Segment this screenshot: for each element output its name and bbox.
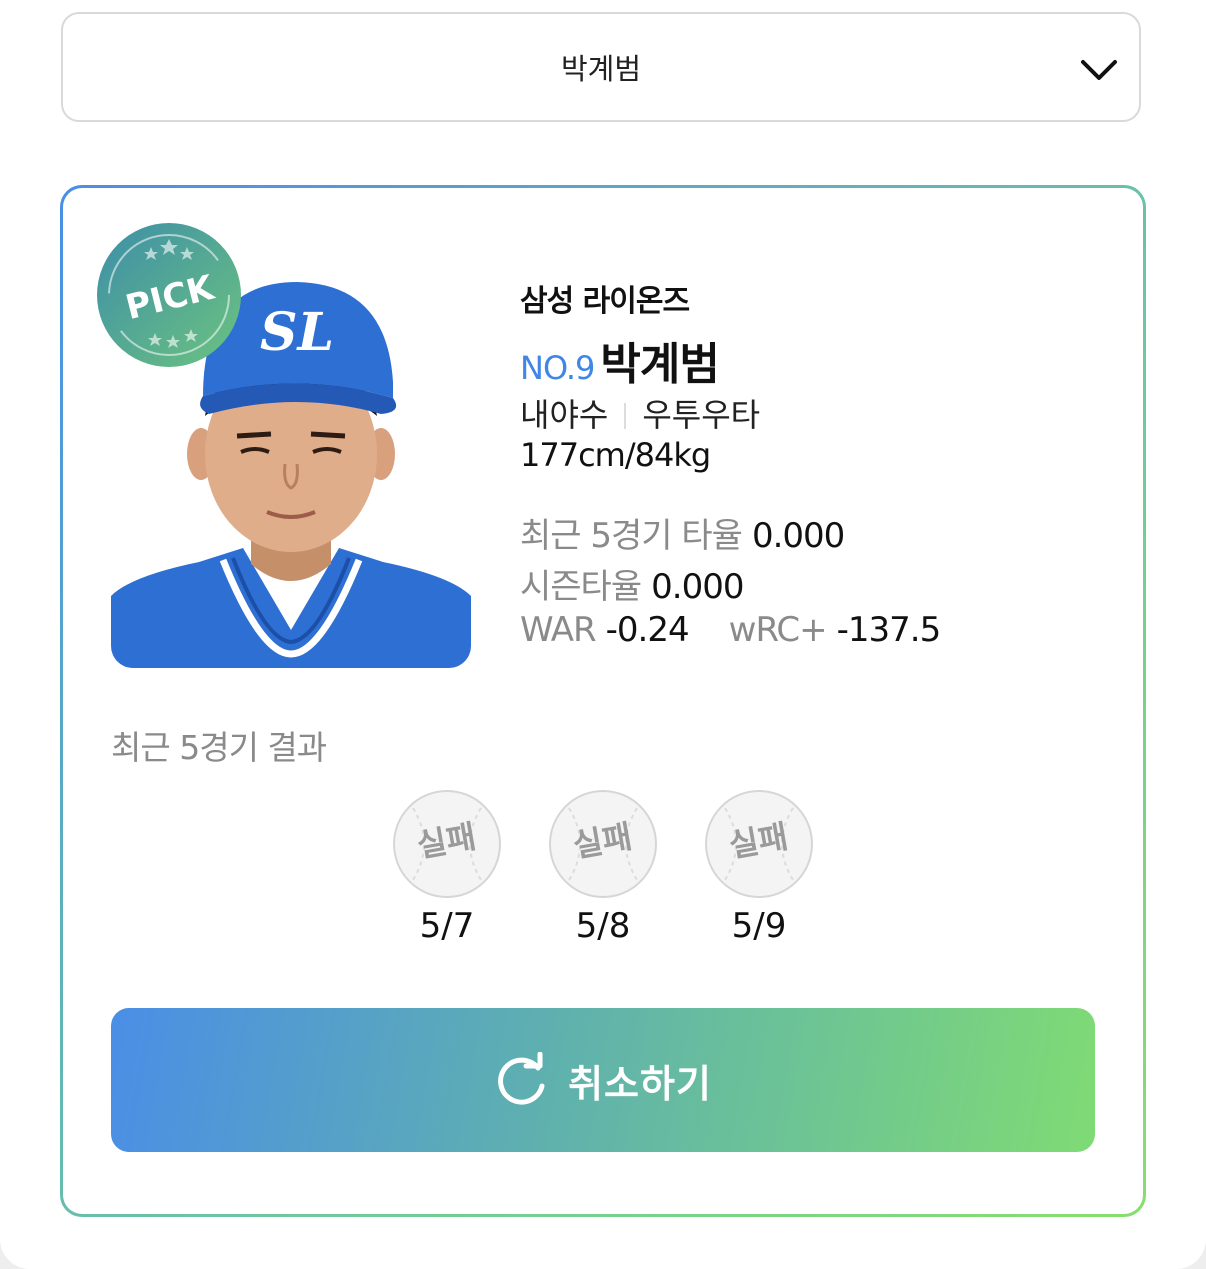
wrc-label: wRC+: [728, 610, 828, 650]
player-position: 내야수: [520, 396, 609, 434]
refresh-icon: [498, 1052, 545, 1105]
season-avg-label: 시즌타율: [520, 567, 642, 607]
result-ball: 실패 5/9: [703, 788, 815, 946]
player-select-value: 박계범: [560, 52, 642, 86]
cap-logo: SL: [260, 302, 334, 363]
wrc-value: -137.5: [836, 610, 942, 650]
player-number: NO.9: [520, 349, 595, 387]
result-ball: 실패 5/8: [547, 788, 659, 946]
page-sheet: 박계범 SL PICK 삼성 라이온즈 NO.9 박계범 내야수 우투우타 17…: [0, 0, 1206, 1269]
recent5-avg-label: 최근 5경기 타율: [520, 516, 743, 556]
recent-results-title: 최근 5경기 결과: [111, 728, 327, 767]
player-bats-throws: 우투우타: [642, 396, 761, 434]
recent5-avg-value: 0.000: [751, 516, 845, 556]
player-stats: 최근 5경기 타율 0.000 시즌타율 0.000 WAR -0.24 wRC+ -13…: [520, 508, 942, 661]
pick-badge: PICK: [95, 221, 243, 369]
player-body: 177cm/84kg: [520, 436, 711, 474]
cancel-button-label: 취소하기: [568, 1063, 712, 1106]
cancel-button[interactable]: 취소하기: [111, 1008, 1095, 1152]
player-card: SL PICK 삼성 라이온즈 NO.9 박계범 내야수 우투우타 177cm/…: [60, 185, 1146, 1217]
result-date: 5/7: [419, 906, 475, 946]
player-select-dropdown[interactable]: 박계범: [61, 12, 1141, 122]
season-avg-value: 0.000: [651, 567, 744, 607]
war-value: -0.24: [605, 610, 690, 650]
divider: [624, 403, 627, 429]
player-info: 삼성 라이온즈 NO.9 박계범 내야수 우투우타 177cm/84kg 최근 5경…: [520, 276, 942, 661]
result-ball: 실패 5/7: [391, 788, 503, 946]
team-name: 삼성 라이온즈: [520, 284, 690, 319]
result-date: 5/9: [731, 906, 787, 946]
player-name: 박계범: [600, 339, 719, 390]
result-date: 5/8: [575, 906, 631, 946]
war-label: WAR: [520, 610, 597, 650]
chevron-down-icon: [1081, 60, 1117, 80]
